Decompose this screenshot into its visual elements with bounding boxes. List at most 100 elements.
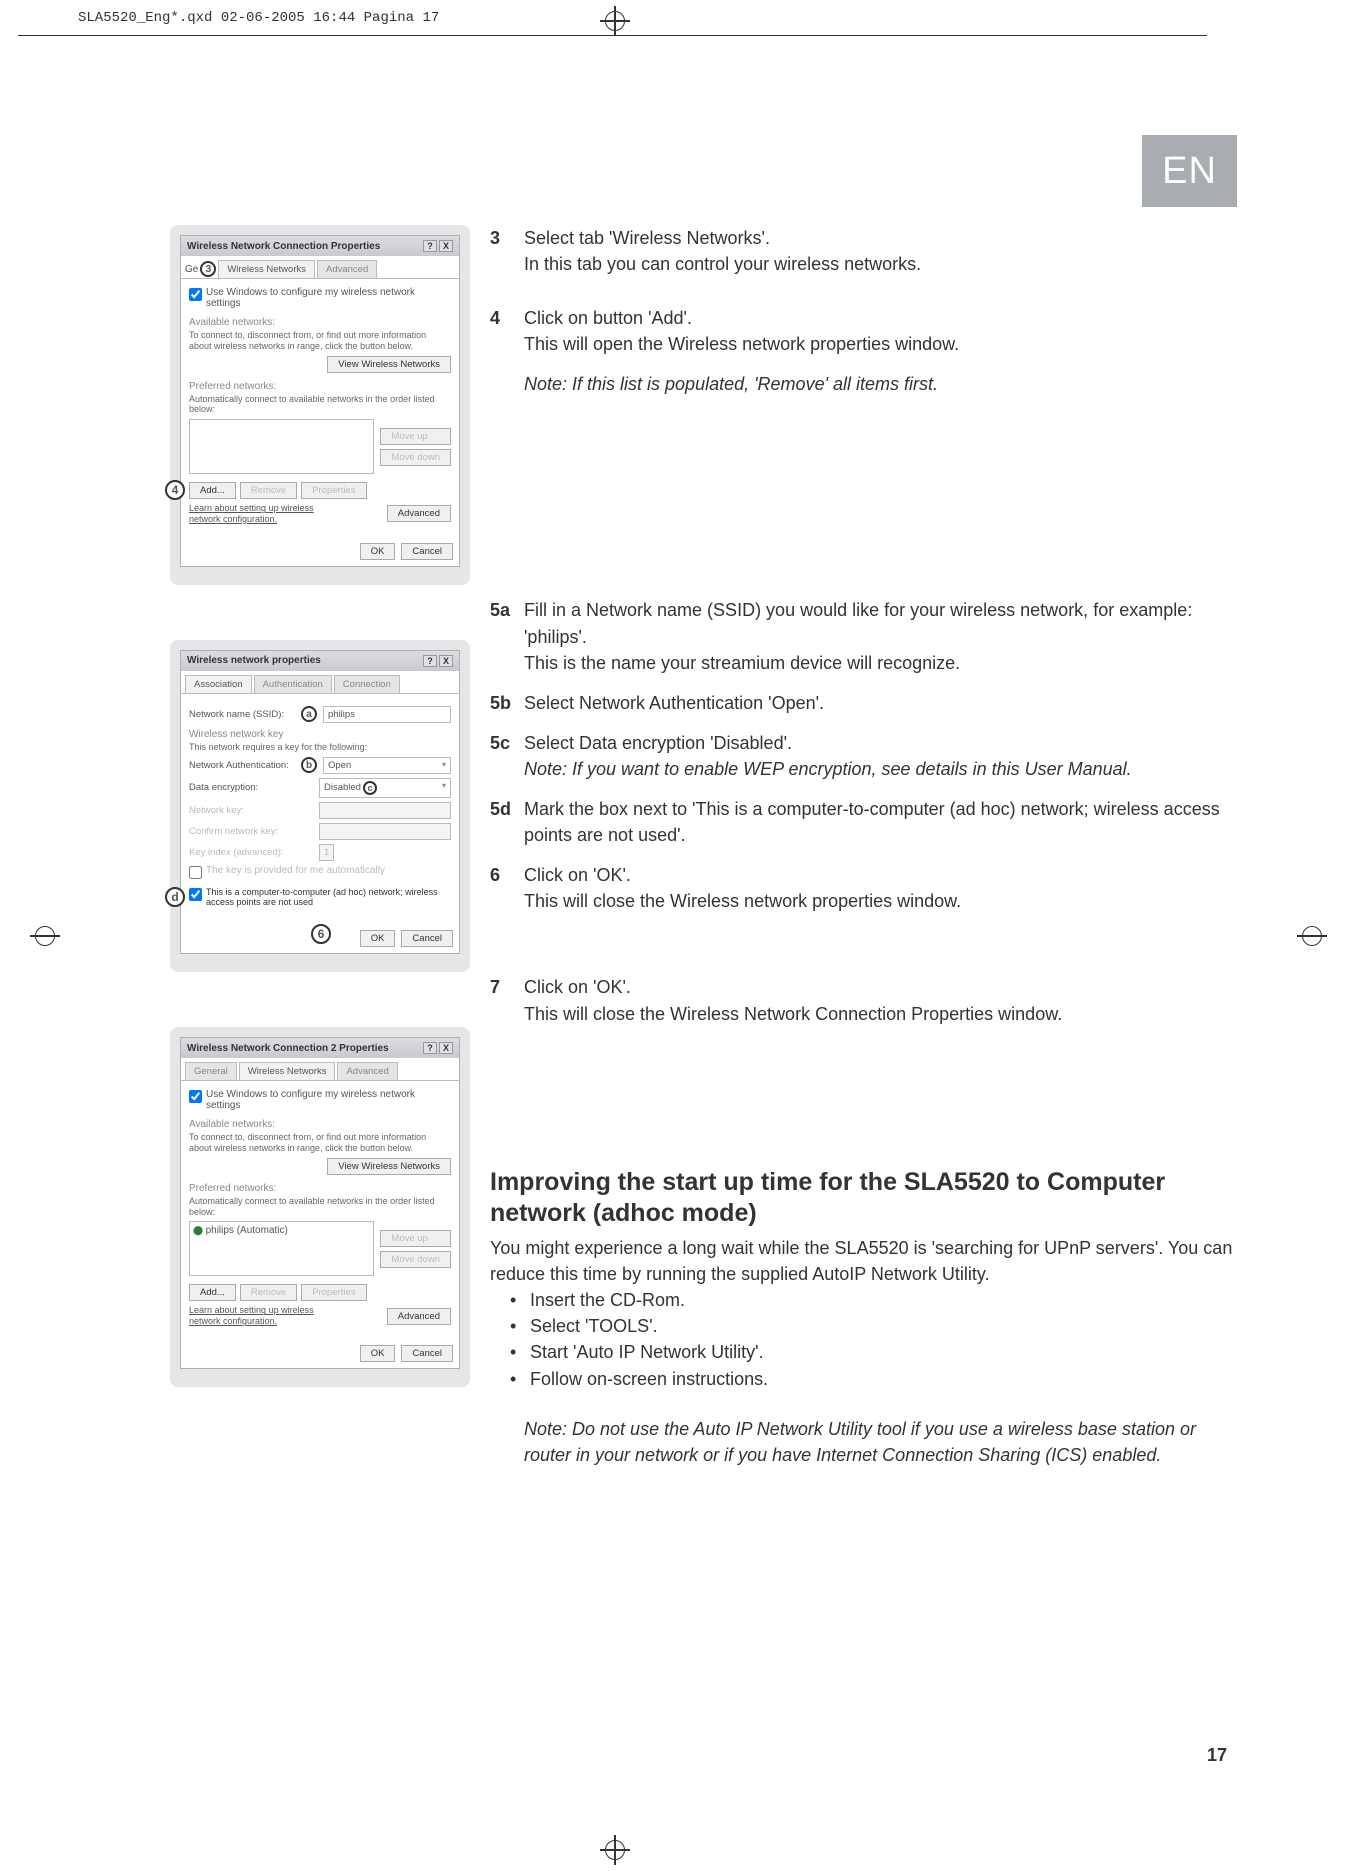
tab-general-prefix: Ge <box>185 264 198 275</box>
step-6-line2: This will close the Wireless network pro… <box>524 891 961 911</box>
step-5d-line1: Mark the box next to 'This is a computer… <box>524 796 1237 848</box>
use-windows-checkbox-3 <box>189 1090 202 1103</box>
remove-button-3: Remove <box>240 1284 297 1301</box>
advanced-button-3: Advanced <box>387 1308 451 1325</box>
view-wireless-button-3: View Wireless Networks <box>327 1158 451 1175</box>
step-5a-line1: Fill in a Network name (SSID) you would … <box>524 600 1192 646</box>
bullet-2: Select 'TOOLS'. <box>530 1313 658 1339</box>
marker-c: c <box>363 781 377 795</box>
autokey-label: The key is provided for me automatically <box>206 865 385 876</box>
bullet-4: Follow on-screen instructions. <box>530 1366 768 1392</box>
cancel-button-2: Cancel <box>401 930 453 947</box>
improving-paragraph: You might experience a long wait while t… <box>490 1235 1237 1287</box>
crop-mark-bottom <box>600 1835 630 1865</box>
step-7-num: 7 <box>490 974 516 1026</box>
preferred-networks-label-3: Preferred networks: <box>189 1183 451 1194</box>
netkey-label: Network key: <box>189 805 299 816</box>
page-number: 17 <box>1207 1745 1227 1766</box>
auth-select: Open▾ <box>323 757 451 774</box>
move-up-button: Move up <box>380 428 451 445</box>
available-networks-label-3: Available networks: <box>189 1119 451 1130</box>
confirm-label: Confirm network key: <box>189 826 299 837</box>
language-badge: EN <box>1142 135 1237 207</box>
chevron-down-icon: ▾ <box>442 781 446 795</box>
remove-button: Remove <box>240 482 297 499</box>
step-5c-num: 5c <box>490 730 516 782</box>
bullet-1: Insert the CD-Rom. <box>530 1287 685 1313</box>
confirm-input <box>319 823 451 840</box>
step-4-line2: This will open the Wireless network prop… <box>524 334 959 354</box>
ok-button-3: OK <box>360 1345 396 1362</box>
move-down-button: Move down <box>380 449 451 466</box>
window-title-3: Wireless Network Connection 2 Properties <box>187 1043 389 1054</box>
tab-wireless-networks: Wireless Networks <box>218 260 315 278</box>
step-3-num: 3 <box>490 225 516 277</box>
add-button-3: Add... <box>189 1284 236 1301</box>
screenshot-connection-properties-2: Wireless Network Connection 2 Properties… <box>170 1027 470 1387</box>
chevron-down-icon: ▾ <box>442 760 446 771</box>
netkey-input <box>319 802 451 819</box>
view-wireless-button: View Wireless Networks <box>327 356 451 373</box>
key-section-label: Wireless network key <box>189 729 451 740</box>
step-3-line2: In this tab you can control your wireles… <box>524 254 921 274</box>
auth-label: Network Authentication: <box>189 760 299 771</box>
step-6-line1: Click on 'OK'. <box>524 865 631 885</box>
available-hint-3: To connect to, disconnect from, or find … <box>189 1132 451 1154</box>
crop-mark-left <box>30 921 60 951</box>
preferred-hint: Automatically connect to available netwo… <box>189 394 451 416</box>
step-4-num: 4 <box>490 305 516 357</box>
preferred-listbox <box>189 419 374 474</box>
screenshot-network-properties: Wireless network properties ?X Associati… <box>170 640 470 972</box>
help-icon: ? <box>423 1042 437 1054</box>
step-7-line2: This will close the Wireless Network Con… <box>524 1004 1062 1024</box>
preferred-listbox-3: ⬤ philips (Automatic) <box>189 1221 374 1276</box>
print-header: SLA5520_Eng*.qxd 02-06-2005 16:44 Pagina… <box>78 10 439 26</box>
use-windows-checkbox <box>189 288 202 301</box>
preferred-hint-3: Automatically connect to available netwo… <box>189 1196 451 1218</box>
list-item-philips: philips (Automatic) <box>206 1225 288 1236</box>
ssid-label: Network name (SSID): <box>189 709 299 720</box>
tab-advanced-3: Advanced <box>337 1062 397 1080</box>
learn-link-3: Learn about setting up wireless network … <box>189 1305 339 1327</box>
marker-a: a <box>301 706 317 722</box>
window-title: Wireless Network Connection Properties <box>187 241 380 252</box>
ok-button: OK <box>360 543 396 560</box>
properties-button-3: Properties <box>301 1284 366 1301</box>
available-networks-label: Available networks: <box>189 317 451 328</box>
help-icon: ? <box>423 655 437 667</box>
step-6-num: 6 <box>490 862 516 914</box>
move-up-button-3: Move up <box>380 1230 451 1247</box>
step-5b-line1: Select Network Authentication 'Open'. <box>524 690 1237 716</box>
tab-authentication: Authentication <box>254 675 332 693</box>
move-down-button-3: Move down <box>380 1251 451 1268</box>
marker-d: d <box>165 887 185 907</box>
learn-link: Learn about setting up wireless network … <box>189 503 339 525</box>
cancel-button: Cancel <box>401 543 453 560</box>
step-5a-num: 5a <box>490 597 516 675</box>
marker-4: 4 <box>165 480 185 500</box>
close-icon: X <box>439 1042 453 1054</box>
step-5d-num: 5d <box>490 796 516 848</box>
step-3-line1: Select tab 'Wireless Networks'. <box>524 228 770 248</box>
enc-select: Disabledc ▾ <box>319 778 451 798</box>
marker-6: 6 <box>311 924 331 944</box>
add-button: Add... <box>189 482 236 499</box>
ssid-input: philips <box>323 706 451 723</box>
autokey-checkbox <box>189 866 202 879</box>
step-7-line1: Click on 'OK'. <box>524 977 631 997</box>
step-5c-note: Note: If you want to enable WEP encrypti… <box>524 759 1132 779</box>
use-windows-label-3: Use Windows to configure my wireless net… <box>206 1089 451 1111</box>
crop-mark-right <box>1297 921 1327 951</box>
adhoc-checkbox <box>189 888 202 901</box>
help-icon: ? <box>423 240 437 252</box>
tab-advanced: Advanced <box>317 260 377 278</box>
cancel-button-3: Cancel <box>401 1345 453 1362</box>
available-hint: To connect to, disconnect from, or find … <box>189 330 451 352</box>
improving-note: Note: Do not use the Auto IP Network Uti… <box>524 1416 1237 1468</box>
close-icon: X <box>439 240 453 252</box>
index-input: 1 <box>319 844 334 861</box>
improving-heading: Improving the start up time for the SLA5… <box>490 1167 1237 1230</box>
enc-label: Data encryption: <box>189 782 299 793</box>
adhoc-label: This is a computer-to-computer (ad hoc) … <box>206 887 451 909</box>
tab-general: General <box>185 1062 237 1080</box>
